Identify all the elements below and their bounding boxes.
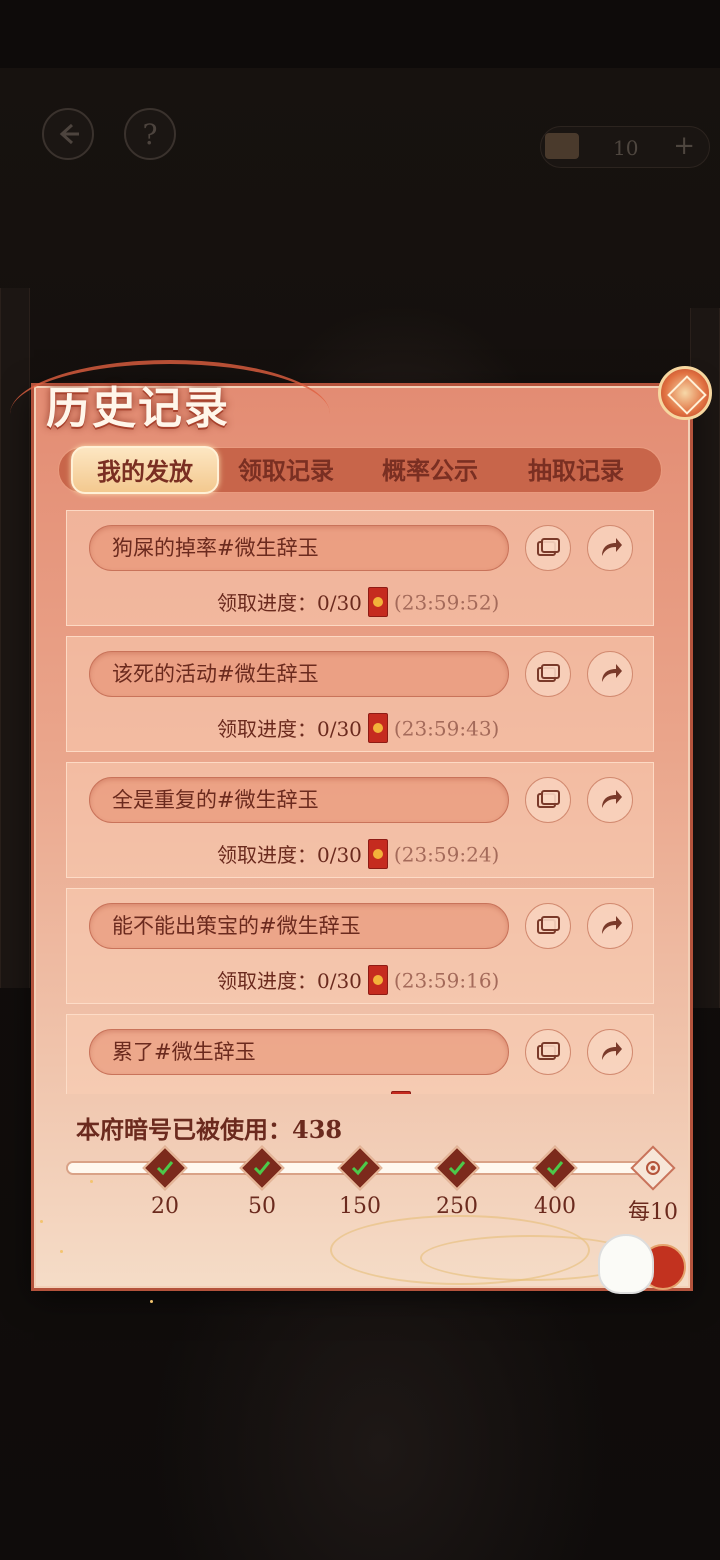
record-row: 该死的活动#微生辞玉 领取进度：0/30 (23:59:43): [66, 636, 654, 752]
record-time: (23:59:52): [393, 590, 500, 615]
tab-draw-records[interactable]: 抽取记录: [511, 448, 641, 494]
milestone-label: 每10: [628, 1200, 678, 1225]
record-time: (23:59:43): [393, 716, 500, 741]
share-button[interactable]: [587, 651, 633, 697]
copy-button[interactable]: [525, 777, 571, 823]
sparkle: [150, 1300, 153, 1303]
record-time: (23:59:16): [393, 968, 500, 993]
share-button[interactable]: [587, 525, 633, 571]
share-icon: [602, 1042, 622, 1060]
currency-counter: 10 +: [540, 126, 710, 168]
back-arrow-icon[interactable]: [42, 108, 94, 160]
mascot-icon: [598, 1234, 654, 1294]
share-button[interactable]: [587, 903, 633, 949]
record-row: 狗屎的掉率#微生辞玉 领取进度：0/30 (23:59:52): [66, 510, 654, 626]
progress-label: 领取进度：0/30: [217, 968, 362, 993]
help-button[interactable]: ?: [124, 108, 176, 160]
check-icon: [351, 1161, 369, 1176]
record-row: 累了#微生辞玉: [66, 1014, 654, 1094]
code-usage-text: 本府暗号已被使用：438: [76, 1115, 343, 1144]
red-packet-icon: [367, 587, 388, 617]
share-icon: [602, 790, 622, 808]
share-icon: [602, 916, 622, 934]
copy-icon: [537, 1042, 560, 1060]
milestone-label: 150: [339, 1194, 381, 1219]
record-progress: [217, 1091, 617, 1094]
currency-value: 10: [613, 136, 639, 160]
progress-label: 领取进度：0/30: [217, 716, 362, 741]
record-progress: 领取进度：0/30 (23:59:52): [217, 587, 617, 617]
share-button[interactable]: [587, 777, 633, 823]
record-name: 该死的活动#微生辞玉: [89, 651, 509, 697]
record-name: 累了#微生辞玉: [89, 1029, 509, 1075]
record-name: 能不能出策宝的#微生辞玉: [89, 903, 509, 949]
copy-icon: [537, 916, 560, 934]
record-row: 全是重复的#微生辞玉 领取进度：0/30 (23:59:24): [66, 762, 654, 878]
record-time: (23:59:24): [393, 842, 500, 867]
red-packet-icon: [367, 713, 388, 743]
progress-label: 领取进度：0/30: [217, 590, 362, 615]
red-packet-icon: [391, 1091, 411, 1094]
tab-my-distribution[interactable]: 我的发放: [71, 446, 219, 494]
share-icon: [602, 664, 622, 682]
copy-button[interactable]: [525, 651, 571, 697]
progress-label: 领取进度：0/30: [217, 842, 362, 867]
copy-button[interactable]: [525, 903, 571, 949]
sparkle: [60, 1250, 63, 1253]
copy-icon: [537, 790, 560, 808]
record-name: 狗屎的掉率#微生辞玉: [89, 525, 509, 571]
tab-probability[interactable]: 概率公示: [365, 448, 495, 494]
milestone-label: 400: [534, 1194, 576, 1219]
share-icon: [602, 538, 622, 556]
red-packet-icon: [367, 965, 388, 995]
record-name: 全是重复的#微生辞玉: [89, 777, 509, 823]
add-currency-button[interactable]: +: [673, 131, 695, 161]
copy-button[interactable]: [525, 525, 571, 571]
record-progress: 领取进度：0/30 (23:59:24): [217, 839, 617, 869]
swirl-icon: [646, 1161, 660, 1175]
sparkle: [90, 1180, 93, 1183]
check-icon: [156, 1161, 174, 1176]
copy-icon: [537, 664, 560, 682]
tab-bar: 我的发放 领取记录 概率公示 抽取记录: [58, 446, 662, 494]
records-list[interactable]: 狗屎的掉率#微生辞玉 领取进度：0/30 (23:59:52) 该死的活动#微生辞…: [66, 510, 654, 1094]
chest-icon: [545, 133, 579, 159]
flower-emblem-icon: [658, 366, 712, 420]
tab-claim-records[interactable]: 领取记录: [221, 448, 351, 494]
copy-button[interactable]: [525, 1029, 571, 1075]
sparkle: [40, 1220, 43, 1223]
milestone-label: 20: [151, 1194, 179, 1219]
check-icon: [546, 1161, 564, 1176]
record-progress: 领取进度：0/30 (23:59:16): [217, 965, 617, 995]
panel-title: 历史记录: [46, 383, 230, 434]
record-progress: 领取进度：0/30 (23:59:43): [217, 713, 617, 743]
check-icon: [253, 1161, 271, 1176]
red-packet-icon: [367, 839, 388, 869]
help-label: ?: [142, 117, 158, 151]
copy-icon: [537, 538, 560, 556]
record-row: 能不能出策宝的#微生辞玉 领取进度：0/30 (23:59:16): [66, 888, 654, 1004]
share-button[interactable]: [587, 1029, 633, 1075]
milestone-label: 50: [248, 1194, 276, 1219]
check-icon: [448, 1161, 466, 1176]
